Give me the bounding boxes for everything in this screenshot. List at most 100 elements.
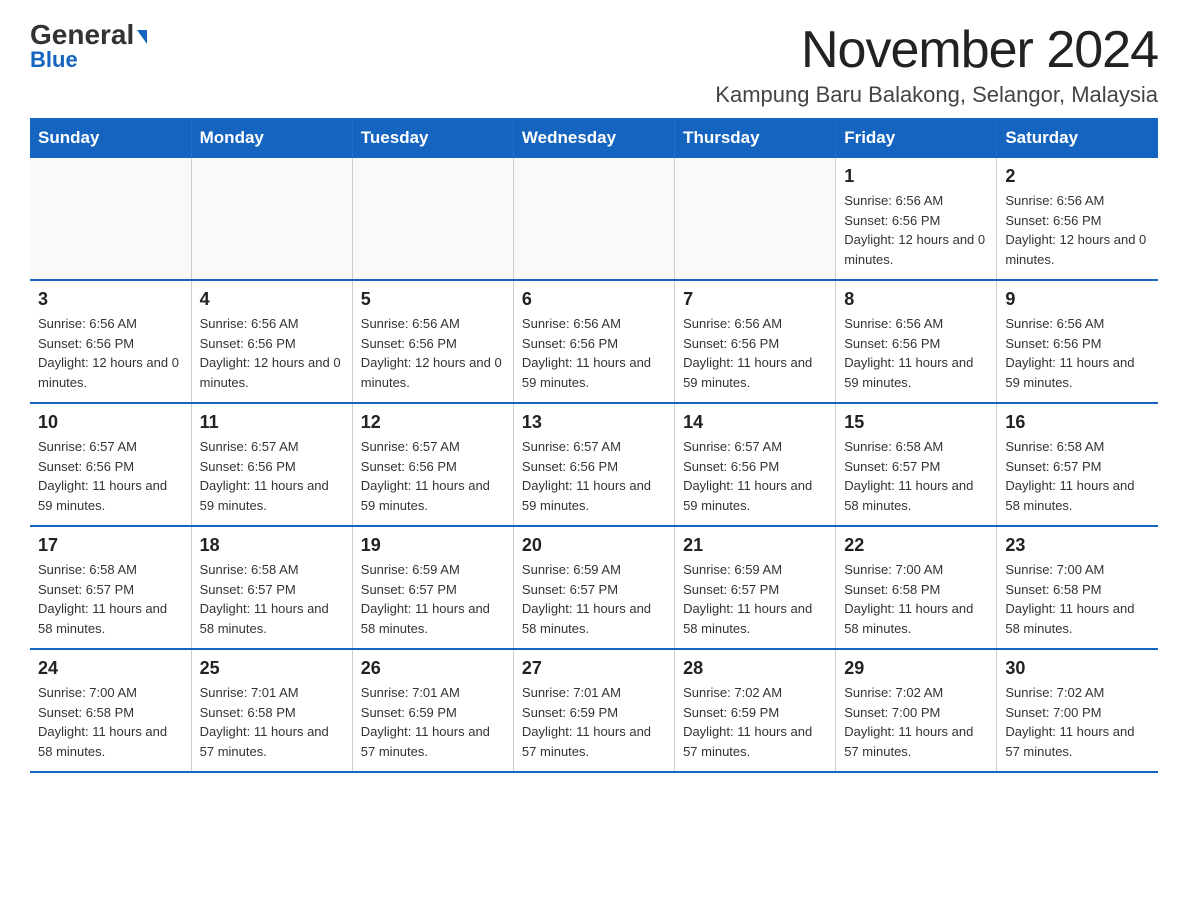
calendar-cell (513, 158, 674, 280)
day-number: 13 (522, 412, 666, 433)
calendar-cell: 27 Sunrise: 7:01 AMSunset: 6:59 PMDayligh… (513, 649, 674, 772)
calendar-cell: 26Sunrise: 7:01 AMSunset: 6:59 PMDayligh… (352, 649, 513, 772)
calendar-cell: 6Sunrise: 6:56 AMSunset: 6:56 PMDaylight… (513, 280, 674, 403)
day-number: 6 (522, 289, 666, 310)
calendar-cell: 10 Sunrise: 6:57 AMSunset: 6:56 PMDayligh… (30, 403, 191, 526)
calendar-cell: 21 Sunrise: 6:59 AMSunset: 6:57 PMDayligh… (675, 526, 836, 649)
calendar-cell: 20Sunrise: 6:59 AMSunset: 6:57 PMDayligh… (513, 526, 674, 649)
day-number: 4 (200, 289, 344, 310)
day-number: 20 (522, 535, 666, 556)
day-number: 26 (361, 658, 505, 679)
day-number: 5 (361, 289, 505, 310)
day-info: Sunrise: 6:58 AMSunset: 6:57 PMDaylight:… (200, 560, 344, 638)
calendar-cell: 29 Sunrise: 7:02 AMSunset: 7:00 PMDayligh… (836, 649, 997, 772)
day-number: 16 (1005, 412, 1150, 433)
day-info: Sunrise: 7:01 AMSunset: 6:59 PMDaylight:… (522, 683, 666, 761)
day-number: 29 (844, 658, 988, 679)
calendar-table: SundayMondayTuesdayWednesdayThursdayFrid… (30, 118, 1158, 773)
day-number: 15 (844, 412, 988, 433)
day-info: Sunrise: 6:56 AMSunset: 6:56 PMDaylight:… (1005, 314, 1150, 392)
day-info: Sunrise: 6:57 AMSunset: 6:56 PMDaylight:… (38, 437, 183, 515)
week-row-2: 3 Sunrise: 6:56 AMSunset: 6:56 PMDaylight… (30, 280, 1158, 403)
calendar-cell: 5Sunrise: 6:56 AMSunset: 6:56 PMDaylight… (352, 280, 513, 403)
day-header-wednesday: Wednesday (513, 118, 674, 158)
week-row-5: 24 Sunrise: 7:00 AMSunset: 6:58 PMDayligh… (30, 649, 1158, 772)
calendar-cell: 24 Sunrise: 7:00 AMSunset: 6:58 PMDayligh… (30, 649, 191, 772)
day-number: 25 (200, 658, 344, 679)
calendar-cell: 14Sunrise: 6:57 AMSunset: 6:56 PMDayligh… (675, 403, 836, 526)
logo: General Blue (30, 20, 147, 73)
calendar-cell: 9 Sunrise: 6:56 AMSunset: 6:56 PMDaylight… (997, 280, 1158, 403)
day-number: 24 (38, 658, 183, 679)
day-info: Sunrise: 7:00 AMSunset: 6:58 PMDaylight:… (38, 683, 183, 761)
day-number: 12 (361, 412, 505, 433)
day-number: 10 (38, 412, 183, 433)
day-number: 3 (38, 289, 183, 310)
calendar-cell: 12 Sunrise: 6:57 AMSunset: 6:56 PMDayligh… (352, 403, 513, 526)
day-number: 27 (522, 658, 666, 679)
calendar-cell: 25 Sunrise: 7:01 AMSunset: 6:58 PMDayligh… (191, 649, 352, 772)
day-number: 2 (1005, 166, 1150, 187)
day-number: 22 (844, 535, 988, 556)
calendar-cell: 2Sunrise: 6:56 AMSunset: 6:56 PMDaylight… (997, 158, 1158, 280)
day-number: 8 (844, 289, 988, 310)
page-header: General Blue November 2024 Kampung Baru … (30, 20, 1158, 108)
day-header-friday: Friday (836, 118, 997, 158)
day-info: Sunrise: 6:56 AMSunset: 6:56 PMDaylight:… (844, 314, 988, 392)
day-info: Sunrise: 6:59 AMSunset: 6:57 PMDaylight:… (683, 560, 827, 638)
day-info: Sunrise: 7:00 AMSunset: 6:58 PMDaylight:… (844, 560, 988, 638)
day-number: 28 (683, 658, 827, 679)
week-row-3: 10 Sunrise: 6:57 AMSunset: 6:56 PMDayligh… (30, 403, 1158, 526)
day-number: 11 (200, 412, 344, 433)
day-info: Sunrise: 6:57 AMSunset: 6:56 PMDaylight:… (361, 437, 505, 515)
day-info: Sunrise: 6:56 AMSunset: 6:56 PMDaylight:… (683, 314, 827, 392)
day-info: Sunrise: 6:56 AMSunset: 6:56 PMDaylight:… (844, 191, 988, 269)
calendar-cell: 1 Sunrise: 6:56 AMSunset: 6:56 PMDaylight… (836, 158, 997, 280)
calendar-cell: 8 Sunrise: 6:56 AMSunset: 6:56 PMDaylight… (836, 280, 997, 403)
day-number: 23 (1005, 535, 1150, 556)
calendar-cell: 22 Sunrise: 7:00 AMSunset: 6:58 PMDayligh… (836, 526, 997, 649)
calendar-cell (675, 158, 836, 280)
calendar-cell: 17Sunrise: 6:58 AMSunset: 6:57 PMDayligh… (30, 526, 191, 649)
calendar-cell: 19Sunrise: 6:59 AMSunset: 6:57 PMDayligh… (352, 526, 513, 649)
logo-blue: Blue (30, 47, 78, 73)
day-info: Sunrise: 7:00 AMSunset: 6:58 PMDaylight:… (1005, 560, 1150, 638)
day-header-tuesday: Tuesday (352, 118, 513, 158)
day-info: Sunrise: 6:57 AMSunset: 6:56 PMDaylight:… (200, 437, 344, 515)
title-area: November 2024 Kampung Baru Balakong, Sel… (715, 20, 1158, 108)
calendar-cell: 4Sunrise: 6:56 AMSunset: 6:56 PMDaylight… (191, 280, 352, 403)
calendar-cell: 16 Sunrise: 6:58 AMSunset: 6:57 PMDayligh… (997, 403, 1158, 526)
day-info: Sunrise: 6:58 AMSunset: 6:57 PMDaylight:… (844, 437, 988, 515)
day-number: 17 (38, 535, 183, 556)
day-header-sunday: Sunday (30, 118, 191, 158)
calendar-cell: 18Sunrise: 6:58 AMSunset: 6:57 PMDayligh… (191, 526, 352, 649)
calendar-cell (352, 158, 513, 280)
calendar-cell: 23 Sunrise: 7:00 AMSunset: 6:58 PMDayligh… (997, 526, 1158, 649)
day-info: Sunrise: 7:02 AMSunset: 6:59 PMDaylight:… (683, 683, 827, 761)
day-header-saturday: Saturday (997, 118, 1158, 158)
calendar-cell: 3Sunrise: 6:56 AMSunset: 6:56 PMDaylight… (30, 280, 191, 403)
calendar-cell: 30Sunrise: 7:02 AMSunset: 7:00 PMDayligh… (997, 649, 1158, 772)
day-info: Sunrise: 7:02 AMSunset: 7:00 PMDaylight:… (844, 683, 988, 761)
day-info: Sunrise: 7:01 AMSunset: 6:58 PMDaylight:… (200, 683, 344, 761)
day-number: 21 (683, 535, 827, 556)
month-title: November 2024 (715, 20, 1158, 80)
calendar-cell: 13 Sunrise: 6:57 AMSunset: 6:56 PMDayligh… (513, 403, 674, 526)
day-number: 9 (1005, 289, 1150, 310)
day-info: Sunrise: 6:59 AMSunset: 6:57 PMDaylight:… (361, 560, 505, 638)
calendar-cell: 28 Sunrise: 7:02 AMSunset: 6:59 PMDayligh… (675, 649, 836, 772)
location-title: Kampung Baru Balakong, Selangor, Malaysi… (715, 82, 1158, 108)
day-header-thursday: Thursday (675, 118, 836, 158)
day-number: 14 (683, 412, 827, 433)
day-number: 1 (844, 166, 988, 187)
day-number: 7 (683, 289, 827, 310)
calendar-header-row: SundayMondayTuesdayWednesdayThursdayFrid… (30, 118, 1158, 158)
day-number: 30 (1005, 658, 1150, 679)
day-info: Sunrise: 6:57 AMSunset: 6:56 PMDaylight:… (522, 437, 666, 515)
calendar-cell (191, 158, 352, 280)
calendar-cell: 7 Sunrise: 6:56 AMSunset: 6:56 PMDaylight… (675, 280, 836, 403)
calendar-cell: 15 Sunrise: 6:58 AMSunset: 6:57 PMDayligh… (836, 403, 997, 526)
day-header-monday: Monday (191, 118, 352, 158)
day-info: Sunrise: 6:58 AMSunset: 6:57 PMDaylight:… (1005, 437, 1150, 515)
calendar-cell: 11 Sunrise: 6:57 AMSunset: 6:56 PMDayligh… (191, 403, 352, 526)
